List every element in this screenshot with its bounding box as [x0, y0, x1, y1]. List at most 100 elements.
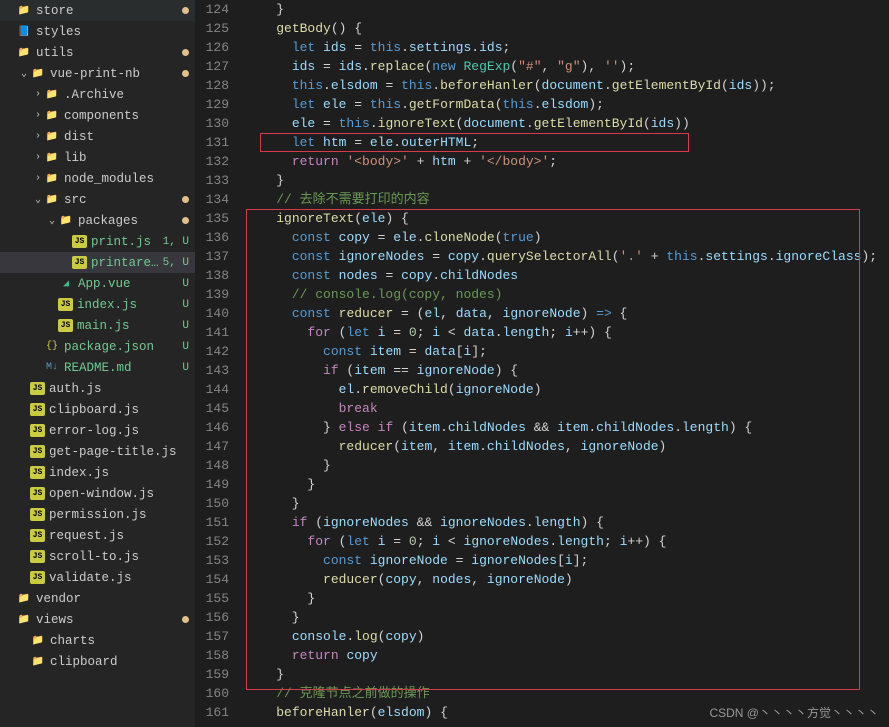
code-line[interactable]: reducer(copy, nodes, ignoreNode)	[245, 570, 889, 589]
code-line[interactable]: return '<body>' + htm + '</body>';	[245, 152, 889, 171]
code-line[interactable]: console.log(copy)	[245, 627, 889, 646]
code-line[interactable]: if (ignoreNodes && ignoreNodes.length) {	[245, 513, 889, 532]
file-label: get-page-title.js	[49, 445, 189, 459]
V-icon: ◢	[58, 276, 74, 292]
code-line[interactable]: let ids = this.settings.ids;	[245, 38, 889, 57]
file-error-log-js[interactable]: JSerror-log.js	[0, 420, 195, 441]
code-line[interactable]: }	[245, 494, 889, 513]
code-line[interactable]: const copy = ele.cloneNode(true)	[245, 228, 889, 247]
code-line[interactable]: }	[245, 608, 889, 627]
code-line[interactable]: this.elsdom = this.beforeHanler(document…	[245, 76, 889, 95]
file-open-window-js[interactable]: JSopen-window.js	[0, 483, 195, 504]
code-line[interactable]: reducer(item, item.childNodes, ignoreNod…	[245, 437, 889, 456]
file-app-vue[interactable]: ◢App.vueU	[0, 273, 195, 294]
line-number: 133	[195, 171, 229, 190]
chevron-icon: ›	[32, 89, 44, 100]
file-utils-index-js[interactable]: JSindex.js	[0, 462, 195, 483]
file-auth-js[interactable]: JSauth.js	[0, 378, 195, 399]
code-line[interactable]: return copy	[245, 646, 889, 665]
line-number: 140	[195, 304, 229, 323]
file-package-json[interactable]: {}package.jsonU	[0, 336, 195, 357]
folder-packages[interactable]: ⌄📁packages	[0, 210, 195, 231]
code-line[interactable]: }	[245, 475, 889, 494]
file-scroll-to-js[interactable]: JSscroll-to.js	[0, 546, 195, 567]
chevron-icon: ›	[32, 173, 44, 184]
folder-lib[interactable]: ›📁lib	[0, 147, 195, 168]
folder-vendor[interactable]: 📁vendor	[0, 588, 195, 609]
file-label: components	[64, 109, 189, 123]
code-line[interactable]: }	[245, 456, 889, 475]
file-validate-js[interactable]: JSvalidate.js	[0, 567, 195, 588]
file-request-js[interactable]: JSrequest.js	[0, 525, 195, 546]
code-line[interactable]: el.removeChild(ignoreNode)	[245, 380, 889, 399]
line-number: 158	[195, 646, 229, 665]
JS-icon: JS	[30, 571, 45, 584]
folder-store[interactable]: 📁store	[0, 0, 195, 21]
code-line[interactable]: let htm = ele.outerHTML;	[245, 133, 889, 152]
JS-icon: JS	[30, 508, 45, 521]
file-main-js[interactable]: JSmain.jsU	[0, 315, 195, 336]
folder-icon: 📁	[44, 129, 60, 145]
folder-icon: 📁	[44, 192, 60, 208]
folder-node-modules[interactable]: ›📁node_modules	[0, 168, 195, 189]
file-explorer[interactable]: 📁store📘styles📁utils⌄📁vue-print-nb›📁.Arch…	[0, 0, 195, 727]
file-print-js[interactable]: JSprint.js1, U	[0, 231, 195, 252]
code-line[interactable]: if (item == ignoreNode) {	[245, 361, 889, 380]
file-get-page-title-js[interactable]: JS get-page-title.js	[0, 441, 195, 462]
code-line[interactable]: }	[245, 171, 889, 190]
file-label: clipboard	[50, 655, 189, 669]
folder-dist[interactable]: ›📁dist	[0, 126, 195, 147]
code-line[interactable]: break	[245, 399, 889, 418]
code-line[interactable]: // 克隆节点之前做的操作	[245, 684, 889, 703]
code-line[interactable]: const reducer = (el, data, ignoreNode) =…	[245, 304, 889, 323]
modified-dot-icon	[182, 196, 189, 203]
folder-views[interactable]: 📁views	[0, 609, 195, 630]
line-number: 154	[195, 570, 229, 589]
code-line[interactable]: ignoreText(ele) {	[245, 209, 889, 228]
chevron-icon: ⌄	[32, 194, 44, 206]
folder-utils[interactable]: 📁utils	[0, 42, 195, 63]
folder-charts[interactable]: 📁charts	[0, 630, 195, 651]
git-status: U	[182, 341, 189, 353]
code-line[interactable]: const item = data[i];	[245, 342, 889, 361]
line-numbers: 1241251261271281291301311321331341351361…	[195, 0, 245, 727]
folder-vue-print-nb[interactable]: ⌄📁vue-print-nb	[0, 63, 195, 84]
file-permission-js[interactable]: JSpermission.js	[0, 504, 195, 525]
folder-archive[interactable]: ›📁.Archive	[0, 84, 195, 105]
code-line[interactable]: ids = ids.replace(new RegExp("#", "g"), …	[245, 57, 889, 76]
folder-styles[interactable]: 📘styles	[0, 21, 195, 42]
line-number: 151	[195, 513, 229, 532]
file-label: store	[36, 4, 178, 18]
code-line[interactable]: }	[245, 0, 889, 19]
folder-icon: 📁	[44, 171, 60, 187]
code-line[interactable]: }	[245, 665, 889, 684]
code-line[interactable]: }	[245, 589, 889, 608]
folder-components[interactable]: ›📁components	[0, 105, 195, 126]
file-clipboard-js[interactable]: JSclipboard.js	[0, 399, 195, 420]
code-line[interactable]: getBody() {	[245, 19, 889, 38]
code-line[interactable]: let ele = this.getFormData(this.elsdom);	[245, 95, 889, 114]
code-line[interactable]: // 去除不需要打印的内容	[245, 190, 889, 209]
code-line[interactable]: ele = this.ignoreText(document.getElemen…	[245, 114, 889, 133]
code-line[interactable]: const ignoreNodes = copy.querySelectorAl…	[245, 247, 889, 266]
file-printarea-js[interactable]: JSprintarea.js5, U	[0, 252, 195, 273]
line-number: 144	[195, 380, 229, 399]
file-label: utils	[36, 46, 178, 60]
code-editor[interactable]: 1241251261271281291301311321331341351361…	[195, 0, 889, 727]
folder-clipboard[interactable]: 📁clipboard	[0, 651, 195, 672]
code-line[interactable]: const ignoreNode = ignoreNodes[i];	[245, 551, 889, 570]
file-readme-md[interactable]: M↓README.mdU	[0, 357, 195, 378]
line-number: 134	[195, 190, 229, 209]
code-line[interactable]: } else if (item.childNodes && item.child…	[245, 418, 889, 437]
folder-icon: 📁	[44, 150, 60, 166]
JS-icon: JS	[30, 445, 45, 458]
file-index-js[interactable]: JSindex.jsU	[0, 294, 195, 315]
folder-src[interactable]: ⌄📁src	[0, 189, 195, 210]
code-line[interactable]: const nodes = copy.childNodes	[245, 266, 889, 285]
code-content[interactable]: } getBody() { let ids = this.settings.id…	[245, 0, 889, 727]
JS-icon: JS	[58, 298, 73, 311]
code-line[interactable]: // console.log(copy, nodes)	[245, 285, 889, 304]
code-line[interactable]: for (let i = 0; i < ignoreNodes.length; …	[245, 532, 889, 551]
code-line[interactable]: for (let i = 0; i < data.length; i++) {	[245, 323, 889, 342]
line-number: 142	[195, 342, 229, 361]
